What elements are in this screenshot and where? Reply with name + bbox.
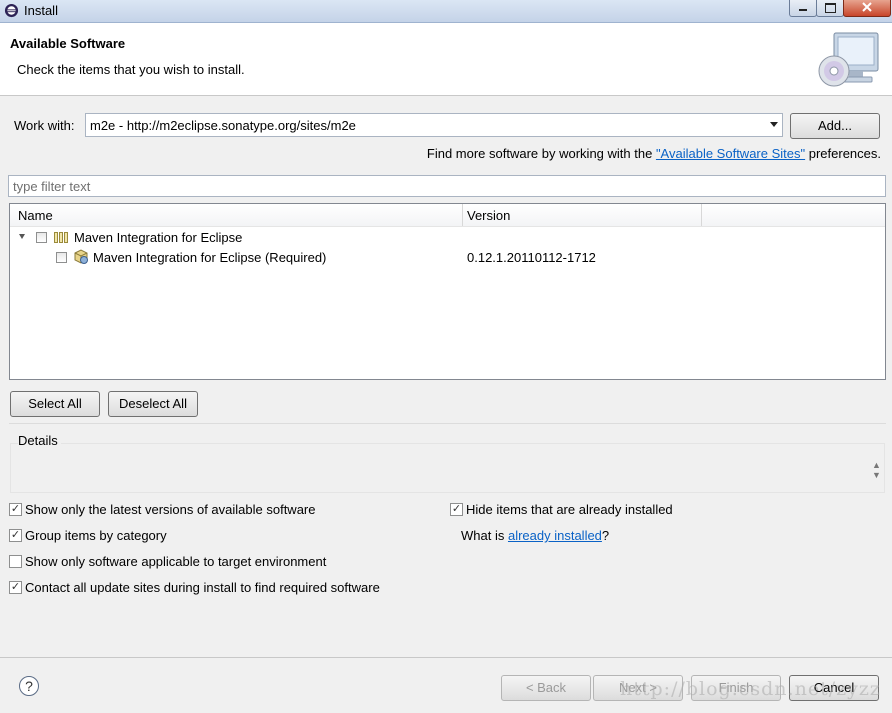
row-checkbox[interactable] <box>36 232 47 243</box>
table-row[interactable]: Maven Integration for Eclipse <box>10 227 885 247</box>
option-label: Group items by category <box>25 528 167 543</box>
deselect-all-button[interactable]: Deselect All <box>108 391 198 417</box>
details-label: Details <box>18 433 61 448</box>
details-text-area[interactable] <box>10 443 885 493</box>
software-tree-table[interactable]: Name Version Maven Integration for Eclip… <box>9 203 886 380</box>
work-with-label: Work with: <box>14 118 75 133</box>
help-icon[interactable]: ? <box>19 676 39 696</box>
maximize-icon <box>825 3 836 13</box>
what-is-prefix: What is <box>461 528 508 543</box>
checkbox-checked[interactable]: ✓ <box>9 529 22 542</box>
minimize-button[interactable] <box>789 0 817 17</box>
available-software-sites-link[interactable]: "Available Software Sites" <box>656 146 805 161</box>
page-description: Check the items that you wish to install… <box>17 62 245 77</box>
maximize-button[interactable] <box>816 0 844 17</box>
eclipse-icon <box>4 3 19 18</box>
row-checkbox[interactable] <box>56 252 67 263</box>
select-all-button[interactable]: Select All <box>10 391 100 417</box>
work-with-value: m2e - http://m2eclipse.sonatype.org/site… <box>90 118 356 133</box>
find-more-suffix: preferences. <box>805 146 881 161</box>
close-icon <box>862 2 872 12</box>
scroll-arrows-icon[interactable]: ▲ ▼ <box>872 460 881 480</box>
row-version: 0.12.1.20110112-1712 <box>467 250 596 265</box>
what-is-installed-text: What is already installed? <box>461 528 609 543</box>
column-header-name[interactable]: Name <box>18 208 53 223</box>
work-with-combo[interactable]: m2e - http://m2eclipse.sonatype.org/site… <box>85 113 783 137</box>
find-more-text: Find more software by working with the "… <box>427 146 881 161</box>
footer-divider <box>0 657 892 658</box>
minimize-icon <box>799 9 807 11</box>
title-bar[interactable]: Install <box>0 0 892 23</box>
row-name: Maven Integration for Eclipse (Required) <box>93 250 327 265</box>
column-header-version[interactable]: Version <box>467 208 510 223</box>
wizard-header: Available Software Check the items that … <box>0 23 892 96</box>
find-more-prefix: Find more software by working with the <box>426 146 656 161</box>
feature-plugin-icon <box>74 249 88 264</box>
checkbox-unchecked[interactable] <box>9 555 22 568</box>
already-installed-link[interactable]: already installed <box>508 528 602 543</box>
table-row[interactable]: Maven Integration for Eclipse (Required)… <box>10 247 885 267</box>
close-button[interactable] <box>843 0 891 17</box>
category-icon <box>54 232 68 243</box>
option-label: Contact all update sites during install … <box>25 580 380 595</box>
expand-triangle-icon[interactable] <box>19 234 25 239</box>
option-label: Show only software applicable to target … <box>25 554 327 569</box>
column-divider[interactable] <box>701 204 702 226</box>
what-is-suffix: ? <box>601 528 610 543</box>
row-name: Maven Integration for Eclipse <box>74 230 243 245</box>
checkbox-checked[interactable]: ✓ <box>9 503 22 516</box>
watermark-text: http://blog.csdn.net/zyzz <box>620 678 881 700</box>
option-label: Hide items that are already installed <box>466 502 673 517</box>
checkbox-checked[interactable]: ✓ <box>450 503 463 516</box>
option-label: Show only the latest versions of availab… <box>25 502 316 517</box>
chevron-down-icon[interactable] <box>770 122 778 127</box>
checkbox-checked[interactable]: ✓ <box>9 581 22 594</box>
add-site-button[interactable]: Add... <box>790 113 880 139</box>
table-header: Name Version <box>10 204 885 227</box>
filter-input[interactable]: type filter text <box>8 175 886 197</box>
page-title: Available Software <box>10 36 126 51</box>
install-monitor-cd-icon <box>818 32 879 87</box>
window-title: Install <box>24 3 58 18</box>
column-divider[interactable] <box>462 204 463 226</box>
back-button[interactable]: < Back <box>501 675 591 701</box>
